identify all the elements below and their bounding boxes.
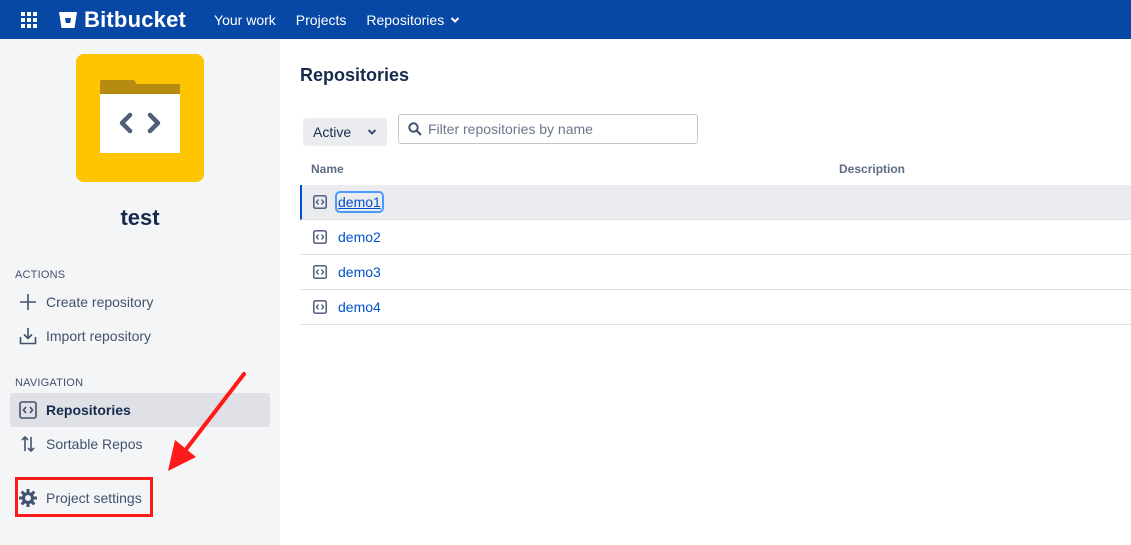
repository-filter-placeholder: Filter repositories by name bbox=[428, 121, 593, 137]
annotation-arrow-icon bbox=[168, 372, 246, 471]
table-row[interactable]: demo2 bbox=[300, 220, 1131, 255]
project-settings-label: Project settings bbox=[46, 490, 142, 506]
column-header-description: Description bbox=[839, 162, 906, 176]
chevron-down-icon bbox=[367, 129, 377, 135]
repository-table: demo1 demo2 demo3 demo4 bbox=[300, 185, 1131, 325]
project-name: test bbox=[120, 205, 160, 230]
gear-icon bbox=[18, 488, 38, 508]
repository-code-icon bbox=[313, 265, 327, 279]
repository-code-icon bbox=[313, 300, 327, 314]
sidebar-item-sortable-repos-label: Sortable Repos bbox=[46, 436, 143, 452]
import-icon bbox=[18, 326, 38, 346]
nav-repositories-label: Repositories bbox=[366, 11, 445, 28]
chevron-down-icon bbox=[450, 16, 460, 23]
table-row[interactable]: demo4 bbox=[300, 290, 1131, 325]
folder-code-icon bbox=[100, 80, 180, 153]
search-icon bbox=[408, 122, 422, 136]
create-repository-label: Create repository bbox=[46, 294, 154, 310]
page-title: Repositories bbox=[300, 65, 410, 85]
nav-your-work[interactable]: Your work bbox=[214, 0, 276, 39]
top-navigation-bar: Bitbucket Your work Projects Repositorie… bbox=[0, 0, 1131, 39]
brand-name: Bitbucket bbox=[84, 6, 187, 32]
project-settings-link[interactable]: Project settings bbox=[10, 481, 270, 515]
repository-link-demo1[interactable]: demo1 bbox=[335, 191, 384, 213]
import-repository-link[interactable]: Import repository bbox=[10, 319, 270, 353]
app-switcher-button[interactable] bbox=[0, 0, 58, 39]
repository-filter-input[interactable]: Filter repositories by name bbox=[398, 114, 698, 144]
project-avatar bbox=[76, 54, 204, 182]
actions-section-label: ACTIONS bbox=[15, 269, 66, 281]
sort-icon bbox=[18, 434, 38, 454]
column-header-name: Name bbox=[311, 162, 344, 176]
status-filter-select[interactable]: Active bbox=[303, 118, 387, 146]
status-filter-value: Active bbox=[313, 124, 352, 140]
nav-projects[interactable]: Projects bbox=[296, 0, 347, 39]
plus-icon bbox=[18, 292, 38, 312]
create-repository-link[interactable]: Create repository bbox=[10, 285, 270, 319]
sidebar-item-repositories-label: Repositories bbox=[46, 402, 131, 418]
repository-code-icon bbox=[313, 195, 327, 209]
code-icon bbox=[18, 400, 38, 420]
repository-code-icon bbox=[313, 230, 327, 244]
bitbucket-icon bbox=[59, 11, 77, 28]
nav-repositories-dropdown[interactable]: Repositories bbox=[366, 0, 460, 39]
import-repository-label: Import repository bbox=[46, 328, 152, 344]
main-content: Repositories Active Filter repositories … bbox=[280, 39, 1131, 545]
repository-link-demo2[interactable]: demo2 bbox=[338, 229, 381, 245]
navigation-section-label: NAVIGATION bbox=[15, 377, 84, 389]
nav-your-work-label: Your work bbox=[214, 11, 276, 28]
nav-projects-label: Projects bbox=[295, 11, 347, 28]
bitbucket-logo[interactable]: Bitbucket bbox=[58, 0, 186, 39]
repository-link-demo3[interactable]: demo3 bbox=[338, 264, 381, 280]
table-row[interactable]: demo3 bbox=[300, 255, 1131, 290]
app-grid-icon bbox=[21, 11, 37, 28]
repository-link-demo4[interactable]: demo4 bbox=[338, 299, 381, 315]
table-row[interactable]: demo1 bbox=[300, 185, 1131, 220]
